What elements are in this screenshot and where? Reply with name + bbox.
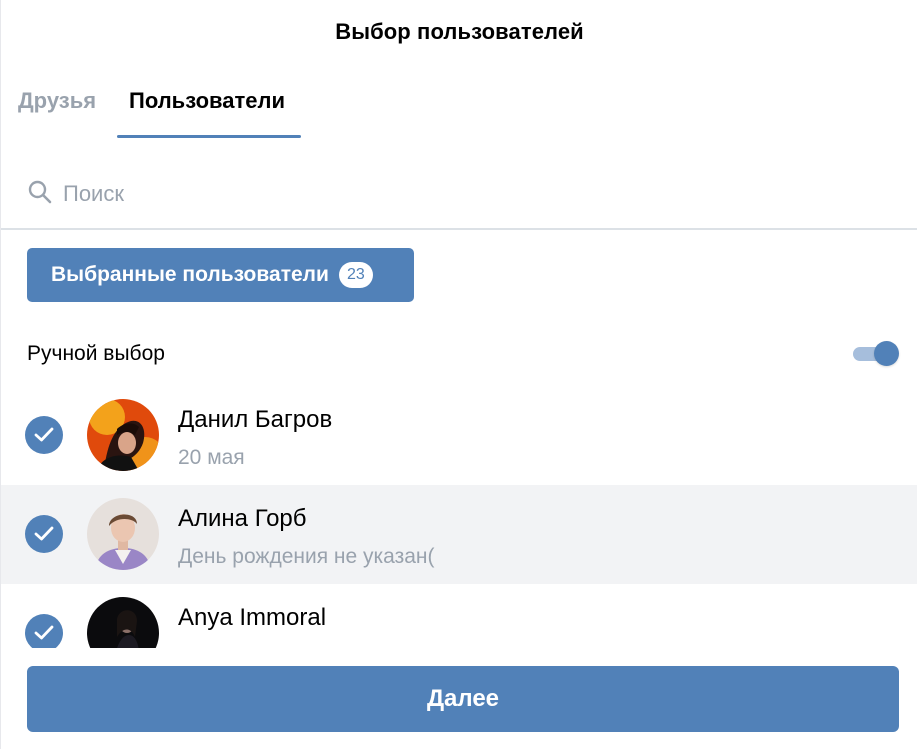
next-button-label: Далее bbox=[426, 685, 500, 712]
search-input[interactable] bbox=[63, 176, 863, 212]
avatar bbox=[87, 399, 159, 471]
avatar bbox=[87, 597, 159, 648]
tab-bar: Друзья Пользователи bbox=[1, 76, 917, 140]
header: Выбор пользователей bbox=[1, 0, 917, 64]
tab-users[interactable]: Пользователи bbox=[129, 88, 285, 114]
check-icon bbox=[34, 526, 54, 541]
user-name: Алина Горб bbox=[178, 505, 307, 532]
search-bar bbox=[1, 164, 917, 226]
tab-friends[interactable]: Друзья bbox=[18, 88, 96, 114]
checkbox-checked[interactable] bbox=[25, 416, 63, 454]
avatar bbox=[87, 498, 159, 570]
manual-selection-label: Ручной выбор bbox=[27, 342, 165, 365]
selected-count-badge: 23 bbox=[338, 262, 373, 288]
check-icon bbox=[34, 427, 54, 442]
next-button[interactable]: Далее bbox=[27, 666, 899, 732]
selected-users-label: Выбранные пользователи bbox=[51, 263, 329, 286]
page-title: Выбор пользователей bbox=[335, 19, 584, 44]
divider bbox=[1, 228, 917, 230]
user-name: Данил Багров bbox=[178, 406, 333, 433]
user-birthday: День рождения не указан( bbox=[178, 545, 435, 568]
active-tab-indicator bbox=[117, 135, 301, 138]
list-item[interactable]: Данил Багров 20 мая bbox=[1, 386, 917, 485]
toggle-knob bbox=[874, 341, 899, 366]
search-icon bbox=[27, 179, 53, 205]
selected-users-button[interactable]: Выбранные пользователи 23 bbox=[27, 248, 414, 302]
user-birthday: 20 мая bbox=[178, 446, 245, 469]
manual-selection-row: Ручной выбор bbox=[1, 330, 917, 378]
checkbox-checked[interactable] bbox=[25, 614, 63, 648]
list-item[interactable]: Алина Горб День рождения не указан( bbox=[1, 485, 917, 584]
user-list: Данил Багров 20 мая Алина Горб День рожд… bbox=[1, 386, 917, 648]
list-item[interactable]: Anya Immoral bbox=[1, 584, 917, 648]
user-name: Anya Immoral bbox=[178, 604, 327, 631]
user-picker-panel: Выбор пользователей Друзья Пользователи … bbox=[0, 0, 917, 749]
manual-selection-toggle[interactable] bbox=[853, 341, 899, 367]
check-icon bbox=[34, 625, 54, 640]
checkbox-checked[interactable] bbox=[25, 515, 63, 553]
